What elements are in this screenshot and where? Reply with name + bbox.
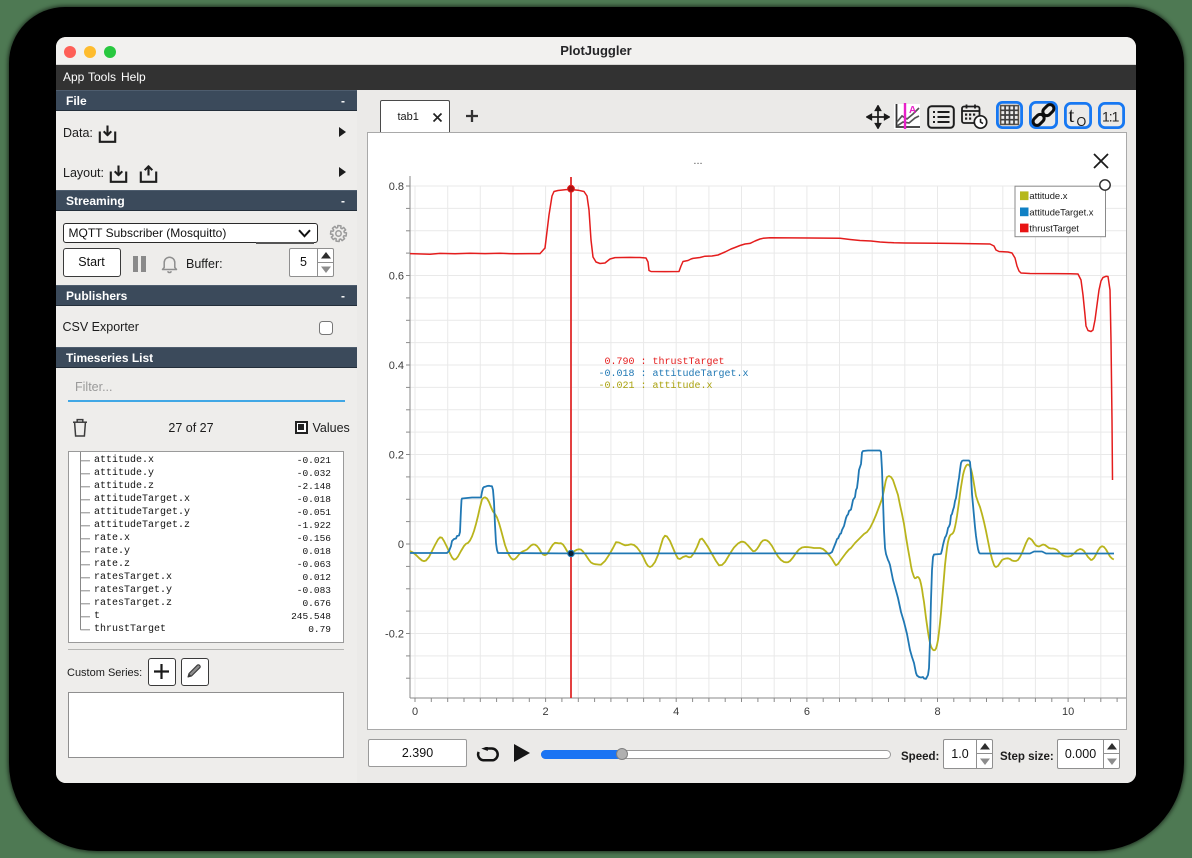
- svg-text:4: 4: [673, 706, 679, 718]
- svg-text:-0.021 : attitude.x: -0.021 : attitude.x: [599, 380, 713, 392]
- svg-text:-0.018 : attitudeTarget.x: -0.018 : attitudeTarget.x: [599, 368, 749, 380]
- svg-text:10: 10: [1062, 706, 1074, 718]
- svg-text:0.8: 0.8: [389, 181, 404, 193]
- svg-text:0.2: 0.2: [389, 450, 404, 462]
- svg-text:O: O: [1077, 115, 1087, 129]
- svg-text:t: t: [1069, 103, 1075, 127]
- svg-text:0.790 : thrustTarget: 0.790 : thrustTarget: [599, 356, 725, 368]
- svg-text:2: 2: [543, 706, 549, 718]
- svg-text:1:1: 1:1: [1102, 108, 1120, 124]
- svg-text:6: 6: [804, 706, 810, 718]
- svg-text:0: 0: [398, 539, 404, 551]
- svg-text:8: 8: [934, 706, 940, 718]
- svg-text:thrustTarget: thrustTarget: [1029, 222, 1079, 233]
- svg-text:attitudeTarget.x: attitudeTarget.x: [1029, 206, 1093, 217]
- svg-text:0.4: 0.4: [389, 360, 404, 372]
- svg-text:...: ...: [693, 155, 702, 167]
- svg-text:A: A: [909, 105, 916, 116]
- svg-text:-0.2: -0.2: [385, 629, 404, 641]
- svg-text:0.6: 0.6: [389, 271, 404, 283]
- svg-text:0: 0: [412, 706, 418, 718]
- svg-text:attitude.x: attitude.x: [1029, 190, 1067, 201]
